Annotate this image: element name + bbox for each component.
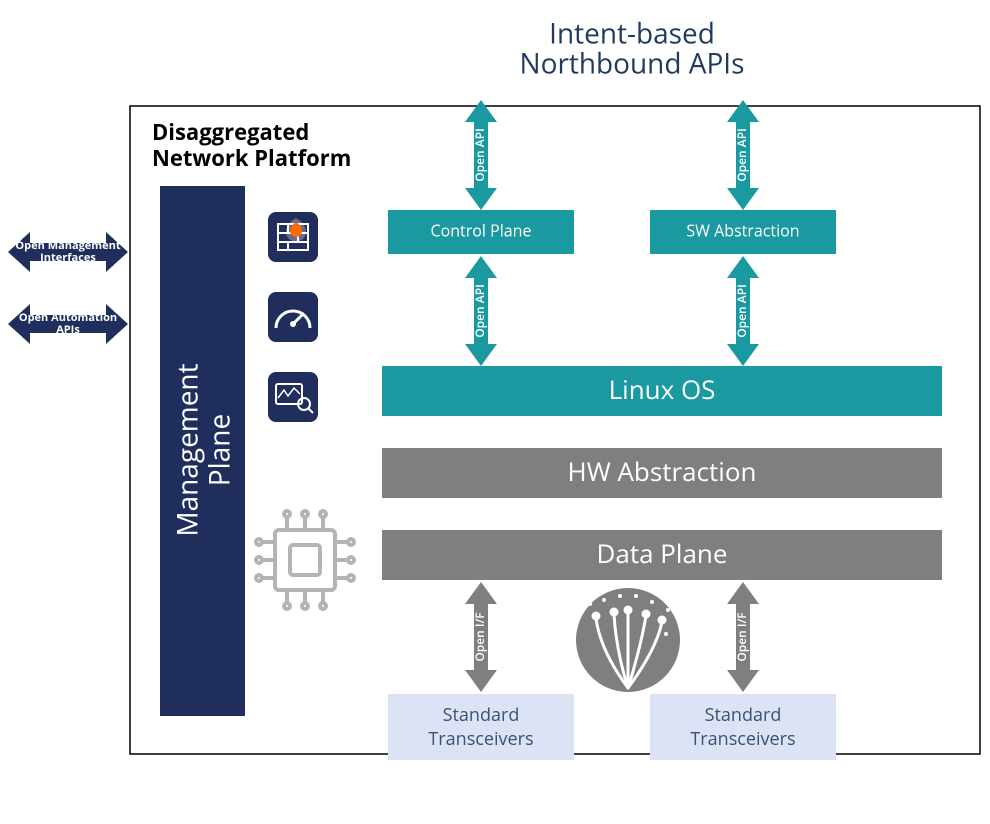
- control-plane-label: Control Plane: [431, 219, 532, 241]
- svg-text:Open API: Open API: [471, 284, 488, 338]
- title-line2: Northbound APIs: [520, 44, 745, 82]
- external-automation-arrow: Open Automation APIs: [8, 304, 128, 344]
- open-if-arrow-left: Open I/F: [465, 582, 497, 692]
- svg-text:APIs: APIs: [56, 322, 80, 337]
- svg-text:Open API: Open API: [471, 128, 488, 182]
- gauge-icon: [268, 292, 318, 342]
- management-plane-label-2: Plane: [200, 414, 238, 486]
- chip-icon: [256, 511, 354, 609]
- transceivers-right-line2: Transceivers: [690, 727, 795, 751]
- monitor-icon: [268, 372, 318, 422]
- open-if-arrow-right: Open I/F: [727, 582, 759, 692]
- svg-text:Open I/F: Open I/F: [733, 612, 750, 661]
- svg-text:Interfaces: Interfaces: [40, 250, 96, 265]
- open-api-arrow-control-bottom: Open API: [465, 256, 497, 366]
- data-plane-label: Data Plane: [597, 535, 728, 571]
- svg-text:Open API: Open API: [733, 128, 750, 182]
- open-api-arrow-sw-top: Open API: [727, 100, 759, 210]
- svg-text:Open API: Open API: [733, 284, 750, 338]
- sw-abstraction-label: SW Abstraction: [686, 219, 799, 241]
- open-api-arrow-control-top: Open API: [465, 100, 497, 210]
- external-mgmt-arrow: Open Management Interfaces: [8, 232, 128, 272]
- svg-text:Open I/F: Open I/F: [471, 612, 488, 661]
- platform-title-line2: Network Platform: [152, 143, 351, 173]
- transceivers-right-line1: Standard: [705, 703, 782, 727]
- open-api-arrow-sw-bottom: Open API: [727, 256, 759, 366]
- linux-os-label: Linux OS: [609, 371, 716, 407]
- hw-abstraction-label: HW Abstraction: [568, 453, 757, 489]
- platform-frame: [130, 106, 980, 754]
- firewall-icon: [268, 212, 318, 262]
- fiber-icon: [576, 588, 680, 692]
- transceivers-left-line1: Standard: [443, 703, 520, 727]
- transceivers-left-line2: Transceivers: [428, 727, 533, 751]
